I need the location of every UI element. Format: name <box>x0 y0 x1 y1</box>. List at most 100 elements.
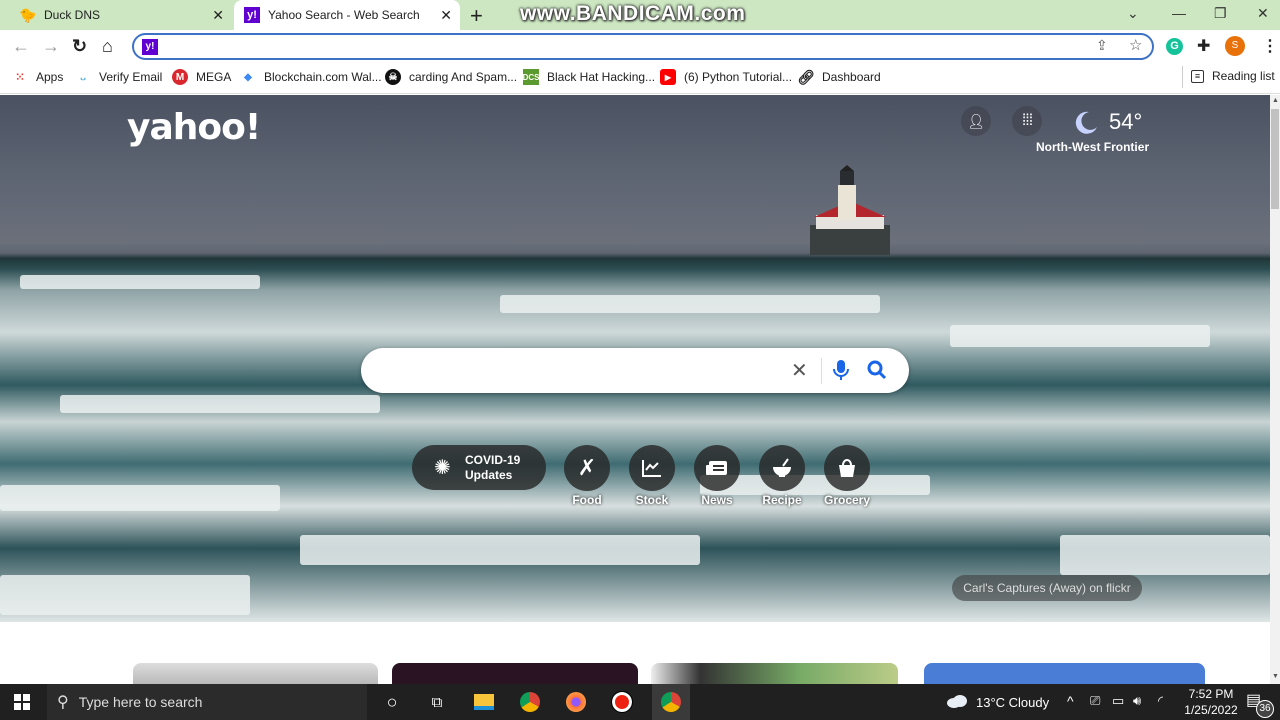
address-input[interactable] <box>166 37 1066 57</box>
apps-grid-icon: ⁞⁞⁞ <box>1021 112 1033 129</box>
tab-duck-dns[interactable]: 🐤 Duck DNS ✕ <box>10 0 232 30</box>
apps-button[interactable]: ⁞⁞⁞ <box>1012 106 1042 136</box>
close-tab-icon[interactable]: ✕ <box>440 7 452 24</box>
profile-avatar[interactable]: S <box>1225 36 1245 56</box>
show-hidden-icons-chevron[interactable]: ^ <box>1067 693 1074 709</box>
bookmark-verify-email[interactable]: ᎑ Verify Email <box>75 69 162 85</box>
new-tab-button[interactable]: + <box>470 3 483 29</box>
meet-now-icon[interactable]: ⎚ <box>1090 693 1100 709</box>
bookmark-mega[interactable]: M MEGA <box>172 69 231 85</box>
minimize-button[interactable]: — <box>1172 5 1186 21</box>
volume-icon[interactable]: 🔊︎ <box>1133 693 1141 709</box>
restore-button[interactable]: ❐ <box>1214 5 1227 22</box>
bookmarks-bar: ⁙ Apps ᎑ Verify Email M MEGA ◆ Blockchai… <box>0 63 1280 94</box>
bandicam-record-icon[interactable] <box>610 690 634 714</box>
yahoo-logo[interactable]: yahoo! <box>127 107 261 148</box>
weather-location[interactable]: North-West Frontier <box>1036 140 1149 154</box>
forward-button[interactable]: → <box>42 36 60 57</box>
reload-button[interactable]: ↻ <box>72 36 87 57</box>
yahoo-home-page: yahoo! 👤︎ ⁞⁞⁞ 54° North-West Frontier ✕ <box>0 95 1270 685</box>
grammarly-extension-icon[interactable]: G <box>1166 38 1183 55</box>
bookmark-apps[interactable]: ⁙ Apps <box>12 69 63 85</box>
covid-label-line2: Updates <box>465 468 513 482</box>
clear-search-button[interactable]: ✕ <box>791 358 808 383</box>
weather-temperature[interactable]: 54° <box>1109 109 1142 135</box>
bookmark-dashboard[interactable]: 🔗︎ Dashboard <box>797 68 881 85</box>
dcs-icon: DCS <box>523 69 539 85</box>
cortana-icon[interactable]: ○ <box>380 690 404 714</box>
cisco-icon: ᎑ <box>80 71 86 83</box>
firefox-icon[interactable] <box>564 690 588 714</box>
news-card[interactable] <box>651 663 898 685</box>
notification-count-badge: 36 <box>1256 700 1274 718</box>
bookmark-python-tutorial[interactable]: ▶ (6) Python Tutorial... <box>660 69 792 85</box>
covid-label-line1: COVID-19 <box>465 453 521 467</box>
scroll-up-icon[interactable]: ▲ <box>1272 97 1279 104</box>
mega-icon: M <box>172 69 188 85</box>
moon-weather-icon <box>1075 111 1097 134</box>
search-icon[interactable] <box>866 358 888 382</box>
tab-yahoo-search[interactable]: y! Yahoo Search - Web Search ✕ <box>234 0 460 30</box>
taskbar-weather[interactable]: 13°C Cloudy <box>976 695 1049 710</box>
bookmark-carding[interactable]: ☠ carding And Spam... <box>385 69 517 85</box>
ice-floe <box>950 325 1210 347</box>
quick-link-label[interactable]: Stock <box>617 493 687 507</box>
clock-time[interactable]: 7:52 PM <box>1186 687 1236 701</box>
covid-updates-button[interactable]: ✺ COVID-19 Updates <box>412 445 546 490</box>
bookmark-black-hat[interactable]: DCS Black Hat Hacking... <box>523 69 655 85</box>
virus-icon: ✺ <box>434 457 451 479</box>
tab-label: Duck DNS <box>44 8 101 22</box>
weather-card[interactable] <box>924 663 1205 685</box>
reading-list-button[interactable]: ≡ Reading list <box>1191 69 1275 83</box>
account-button[interactable]: 👤︎ <box>961 106 991 136</box>
home-button[interactable]: ⌂ <box>102 36 113 57</box>
quick-link-news[interactable] <box>694 445 740 491</box>
tab-search-chevron-icon[interactable]: ⌄ <box>1127 5 1139 22</box>
ice-floe <box>300 535 700 565</box>
scroll-down-icon[interactable]: ▼ <box>1272 673 1279 680</box>
windows-taskbar: ⚲ Type here to search ○ ⧉ 13°C Cloudy ^ … <box>0 684 1280 720</box>
ice-floe <box>60 395 380 413</box>
battery-icon[interactable]: ▭ <box>1112 693 1124 709</box>
clock-date[interactable]: 1/25/2022 <box>1180 703 1242 717</box>
back-button[interactable]: ← <box>12 36 30 57</box>
quick-link-stock[interactable] <box>629 445 675 491</box>
taskbar-search-box[interactable]: ⚲ Type here to search <box>47 684 367 720</box>
newspaper-icon <box>706 461 727 475</box>
scrollbar-thumb[interactable] <box>1271 109 1279 209</box>
link-icon: 🔗︎ <box>797 68 815 85</box>
chrome-icon[interactable] <box>518 690 542 714</box>
share-icon[interactable]: ⇪ <box>1096 37 1108 54</box>
address-bar[interactable]: y! ⇪ ☆ <box>132 33 1154 60</box>
page-scrollbar[interactable]: ▲ ▼ <box>1270 95 1280 685</box>
quick-link-recipe[interactable] <box>759 445 805 491</box>
task-view-icon[interactable]: ⧉ <box>425 690 449 714</box>
menu-kebab-icon[interactable]: ⋮ <box>1262 36 1278 56</box>
bookmark-star-icon[interactable]: ☆ <box>1129 36 1142 54</box>
close-window-button[interactable]: ✕ <box>1257 5 1269 22</box>
search-input[interactable] <box>381 358 781 382</box>
photo-credit-link[interactable]: Carl's Captures (Away) on flickr <box>952 575 1142 601</box>
wifi-icon[interactable]: ◜ <box>1158 693 1163 709</box>
file-explorer-icon[interactable] <box>472 690 496 714</box>
close-tab-icon[interactable]: ✕ <box>212 7 224 24</box>
windows-start-icon[interactable] <box>10 690 34 714</box>
news-card[interactable] <box>133 663 378 685</box>
quick-link-label[interactable]: Grocery <box>812 493 882 507</box>
bookmark-label: Apps <box>36 70 64 84</box>
youtube-icon: ▶ <box>660 69 676 85</box>
blockchain-icon: ◆ <box>244 71 252 83</box>
quick-link-grocery[interactable] <box>824 445 870 491</box>
news-card[interactable] <box>392 663 638 685</box>
quick-link-label[interactable]: Recipe <box>747 493 817 507</box>
skull-icon: ☠ <box>385 69 401 85</box>
quick-link-food[interactable]: ✗ <box>564 445 610 491</box>
microphone-icon[interactable] <box>831 358 851 382</box>
quick-link-label[interactable]: Food <box>552 493 622 507</box>
shopping-bag-icon <box>839 459 855 477</box>
bookmark-blockchain[interactable]: ◆ Blockchain.com Wal... <box>240 69 381 85</box>
chrome-active-icon[interactable] <box>652 684 690 720</box>
taskbar-search-placeholder: Type here to search <box>78 694 203 710</box>
quick-link-label[interactable]: News <box>682 493 752 507</box>
extensions-puzzle-icon[interactable]: ✚ <box>1197 36 1210 56</box>
